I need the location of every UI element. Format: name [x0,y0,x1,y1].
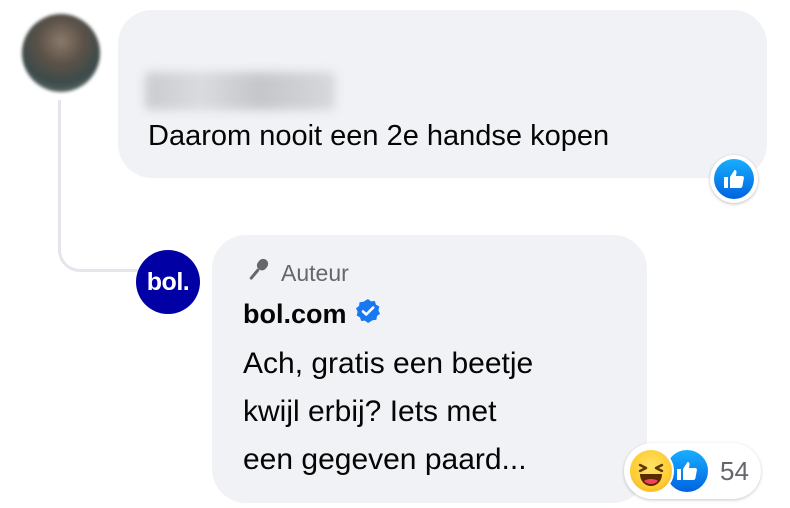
reply-reactions[interactable]: 54 [624,443,761,499]
comment-reaction-badge[interactable] [710,155,758,203]
reply-author-name[interactable]: bol.com [243,299,347,330]
bol-avatar[interactable]: bol. [136,250,200,314]
like-icon [714,159,754,199]
bol-avatar-logo-text: bol. [146,267,190,296]
reaction-count: 54 [720,455,749,486]
commenter-avatar[interactable] [22,14,100,92]
reply-line-1: Ach, gratis een beetje [243,347,534,380]
verified-badge-icon [355,298,381,331]
reply-author-row: bol.com [243,298,381,331]
reply-line-2: kwijl erbij? Iets met [243,395,497,428]
reply-text: Ach, gratis een beetje kwijl erbij? Iets… [243,340,533,484]
haha-icon [628,448,674,494]
microphone-icon [243,256,273,290]
commenter-name-blurred[interactable] [145,72,335,110]
author-badge: Auteur [243,256,349,290]
author-badge-label: Auteur [281,259,349,286]
comment-text: Daarom nooit een 2e handse kopen [148,120,610,152]
reply-line-3: een gegeven paard... [243,443,527,476]
